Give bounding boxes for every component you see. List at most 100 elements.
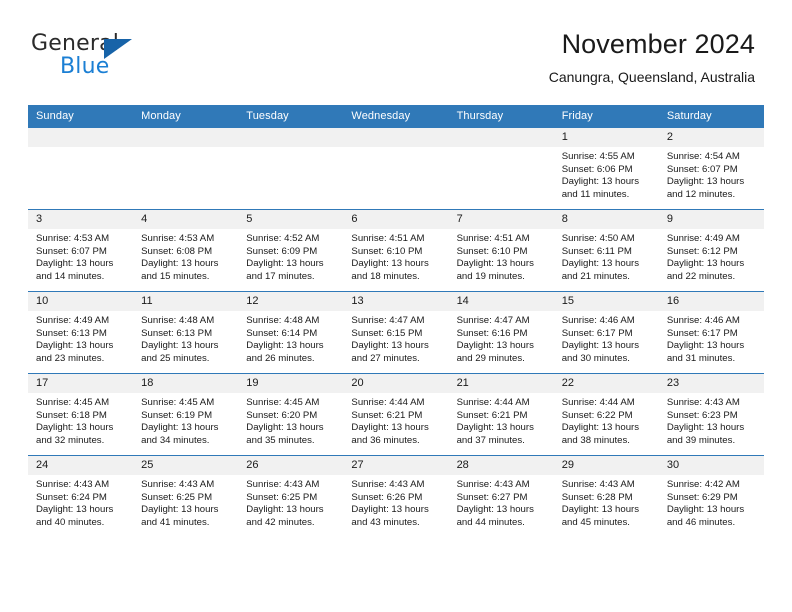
sunrise-time: Sunrise: 4:54 AM [666,151,740,162]
calendar-day-cell[interactable]: 1 Sunrise: 4:55 AM Sunset: 6:06 PM Daylight… [553,127,659,210]
sunrise-time: Sunrise: 4:49 AM [666,233,740,244]
daylight-duration-line2: and 42 minutes. [246,516,315,528]
sunset-time: Sunset: 6:12 PM [666,245,738,257]
day-cell-inner: 27 Sunrise: 4:43 AM Sunset: 6:26 PM Dayligh… [343,456,449,537]
sunrise-time: Sunrise: 4:47 AM [456,315,530,326]
daylight-duration-line1: Daylight: 13 hours [246,422,324,434]
day-sun-info: Sunrise: 4:43 AM Sunset: 6:26 PM Daylight:… [343,475,448,529]
daylight-duration-line1: Daylight: 13 hours [351,340,429,352]
calendar-day-cell[interactable]: 25 Sunrise: 4:43 AM Sunset: 6:25 PM Dayligh… [133,455,239,537]
calendar-day-cell[interactable]: 27 Sunrise: 4:43 AM Sunset: 6:26 PM Dayligh… [343,455,449,537]
calendar-day-cell[interactable]: 26 Sunrise: 4:43 AM Sunset: 6:25 PM Dayligh… [238,455,344,537]
daylight-duration-line1: Daylight: 13 hours [456,258,534,270]
calendar-day-cell[interactable]: 19 Sunrise: 4:45 AM Sunset: 6:20 PM Dayligh… [238,373,344,456]
calendar-day-cell[interactable]: 11 Sunrise: 4:48 AM Sunset: 6:13 PM Dayligh… [133,291,239,374]
daylight-duration-line2: and 18 minutes. [351,270,420,282]
sunset-time: Sunset: 6:17 PM [666,327,738,339]
calendar-day-cell[interactable]: 12 Sunrise: 4:48 AM Sunset: 6:14 PM Dayligh… [238,291,344,374]
daylight-duration-line1: Daylight: 13 hours [666,258,745,270]
daylight-duration-line2: and 23 minutes. [36,352,105,364]
weekday-header-friday: Friday [553,105,659,128]
sunset-time: Sunset: 6:21 PM [351,409,423,421]
day-sun-info: Sunrise: 4:42 AM Sunset: 6:29 PM Daylight:… [659,475,764,529]
calendar-day-cell[interactable]: 4 Sunrise: 4:53 AM Sunset: 6:08 PM Daylight… [133,209,239,292]
calendar-day-cell[interactable]: 22 Sunrise: 4:44 AM Sunset: 6:22 PM Dayligh… [553,373,659,456]
sunset-time: Sunset: 6:29 PM [666,491,738,503]
sunset-time: Sunset: 6:18 PM [36,409,107,421]
day-cell-inner [28,128,134,209]
day-sun-info: Sunrise: 4:46 AM Sunset: 6:17 PM Daylight:… [554,311,659,365]
day-number: 2 [658,128,764,147]
calendar-day-cell[interactable]: 13 Sunrise: 4:47 AM Sunset: 6:15 PM Dayligh… [343,291,449,374]
sunrise-time: Sunrise: 4:43 AM [666,397,740,408]
generalblue-logo[interactable]: General Blue [31,31,171,83]
calendar-header-row: Sunday Monday Tuesday Wednesday Thursday… [28,105,764,128]
calendar-day-cell[interactable]: 30 Sunrise: 4:42 AM Sunset: 6:29 PM Dayligh… [658,455,764,537]
day-sun-info: Sunrise: 4:46 AM Sunset: 6:17 PM Daylight:… [659,311,764,365]
day-number: 11 [133,292,239,311]
calendar-day-cell[interactable]: 15 Sunrise: 4:46 AM Sunset: 6:17 PM Dayligh… [553,291,659,374]
day-cell-inner: 16 Sunrise: 4:46 AM Sunset: 6:17 PM Dayligh… [658,292,764,373]
day-sun-info: Sunrise: 4:43 AM Sunset: 6:25 PM Daylight:… [238,475,343,529]
daylight-duration-line2: and 12 minutes. [666,188,736,200]
calendar-day-cell[interactable]: 20 Sunrise: 4:44 AM Sunset: 6:21 PM Dayligh… [343,373,449,456]
calendar-day-cell[interactable]: 21 Sunrise: 4:44 AM Sunset: 6:21 PM Dayligh… [448,373,554,456]
sunrise-time: Sunrise: 4:55 AM [561,151,635,162]
calendar-day-cell[interactable]: 29 Sunrise: 4:43 AM Sunset: 6:28 PM Dayligh… [553,455,659,537]
calendar-day-cell[interactable]: 7 Sunrise: 4:51 AM Sunset: 6:10 PM Daylight… [448,209,554,292]
daylight-duration-line1: Daylight: 13 hours [666,422,745,434]
calendar-cell-empty [133,127,239,210]
day-cell-inner: 2 Sunrise: 4:54 AM Sunset: 6:07 PM Daylight… [658,128,764,209]
day-number: 26 [238,456,344,475]
calendar-day-cell[interactable]: 14 Sunrise: 4:47 AM Sunset: 6:16 PM Dayligh… [448,291,554,374]
day-sun-info: Sunrise: 4:50 AM Sunset: 6:11 PM Daylight:… [554,229,659,283]
day-number [343,128,449,147]
sunset-time: Sunset: 6:10 PM [456,245,528,257]
day-cell-inner: 26 Sunrise: 4:43 AM Sunset: 6:25 PM Dayligh… [238,456,344,537]
calendar-day-cell[interactable]: 17 Sunrise: 4:45 AM Sunset: 6:18 PM Dayligh… [28,373,134,456]
sunrise-time: Sunrise: 4:43 AM [36,479,110,490]
day-cell-inner: 23 Sunrise: 4:43 AM Sunset: 6:23 PM Dayligh… [658,374,764,455]
calendar-day-cell[interactable]: 10 Sunrise: 4:49 AM Sunset: 6:13 PM Dayligh… [28,291,134,374]
page-header: General Blue November 2024 Canungra, Que… [0,0,792,100]
weekday-header-thursday: Thursday [448,105,554,128]
day-cell-inner: 17 Sunrise: 4:45 AM Sunset: 6:18 PM Dayligh… [28,374,134,455]
day-number: 13 [343,292,449,311]
sunrise-time: Sunrise: 4:48 AM [141,315,215,326]
weekday-header-saturday: Saturday [658,105,764,128]
day-cell-inner: 1 Sunrise: 4:55 AM Sunset: 6:06 PM Daylight… [553,128,659,209]
calendar-day-cell[interactable]: 6 Sunrise: 4:51 AM Sunset: 6:10 PM Daylight… [343,209,449,292]
calendar-day-cell[interactable]: 16 Sunrise: 4:46 AM Sunset: 6:17 PM Dayligh… [658,291,764,374]
sunrise-time: Sunrise: 4:43 AM [141,479,215,490]
calendar-day-cell[interactable]: 28 Sunrise: 4:43 AM Sunset: 6:27 PM Dayligh… [448,455,554,537]
day-cell-inner: 21 Sunrise: 4:44 AM Sunset: 6:21 PM Dayligh… [448,374,554,455]
sunset-time: Sunset: 6:17 PM [561,327,633,339]
calendar-day-cell[interactable]: 23 Sunrise: 4:43 AM Sunset: 6:23 PM Dayligh… [658,373,764,456]
day-number: 20 [343,374,449,393]
calendar-day-cell[interactable]: 18 Sunrise: 4:45 AM Sunset: 6:19 PM Dayligh… [133,373,239,456]
day-number: 9 [658,210,764,229]
day-number [238,128,344,147]
daylight-duration-line1: Daylight: 13 hours [246,504,324,516]
calendar-day-cell[interactable]: 9 Sunrise: 4:49 AM Sunset: 6:12 PM Daylight… [658,209,764,292]
weekday-header-sunday: Sunday [28,105,134,128]
sunrise-time: Sunrise: 4:43 AM [456,479,530,490]
daylight-duration-line1: Daylight: 13 hours [561,258,640,270]
day-sun-info: Sunrise: 4:48 AM Sunset: 6:14 PM Daylight:… [238,311,343,365]
calendar-day-cell[interactable]: 3 Sunrise: 4:53 AM Sunset: 6:07 PM Daylight… [28,209,134,292]
daylight-duration-line1: Daylight: 13 hours [666,340,745,352]
daylight-duration-line1: Daylight: 13 hours [351,258,429,270]
sunset-time: Sunset: 6:28 PM [561,491,633,503]
calendar-day-cell[interactable]: 5 Sunrise: 4:52 AM Sunset: 6:09 PM Daylight… [238,209,344,292]
daylight-duration-line1: Daylight: 13 hours [141,340,219,352]
daylight-duration-line1: Daylight: 13 hours [141,258,219,270]
calendar-day-cell[interactable]: 2 Sunrise: 4:54 AM Sunset: 6:07 PM Daylight… [658,127,764,210]
day-cell-inner: 15 Sunrise: 4:46 AM Sunset: 6:17 PM Dayligh… [553,292,659,373]
calendar-day-cell[interactable]: 8 Sunrise: 4:50 AM Sunset: 6:11 PM Daylight… [553,209,659,292]
day-number: 25 [133,456,239,475]
calendar-day-cell[interactable]: 24 Sunrise: 4:43 AM Sunset: 6:24 PM Dayligh… [28,455,134,537]
daylight-duration-line2: and 21 minutes. [561,270,630,282]
sunset-time: Sunset: 6:06 PM [561,163,633,175]
day-cell-inner: 11 Sunrise: 4:48 AM Sunset: 6:13 PM Dayligh… [133,292,239,373]
day-cell-inner [448,128,554,209]
